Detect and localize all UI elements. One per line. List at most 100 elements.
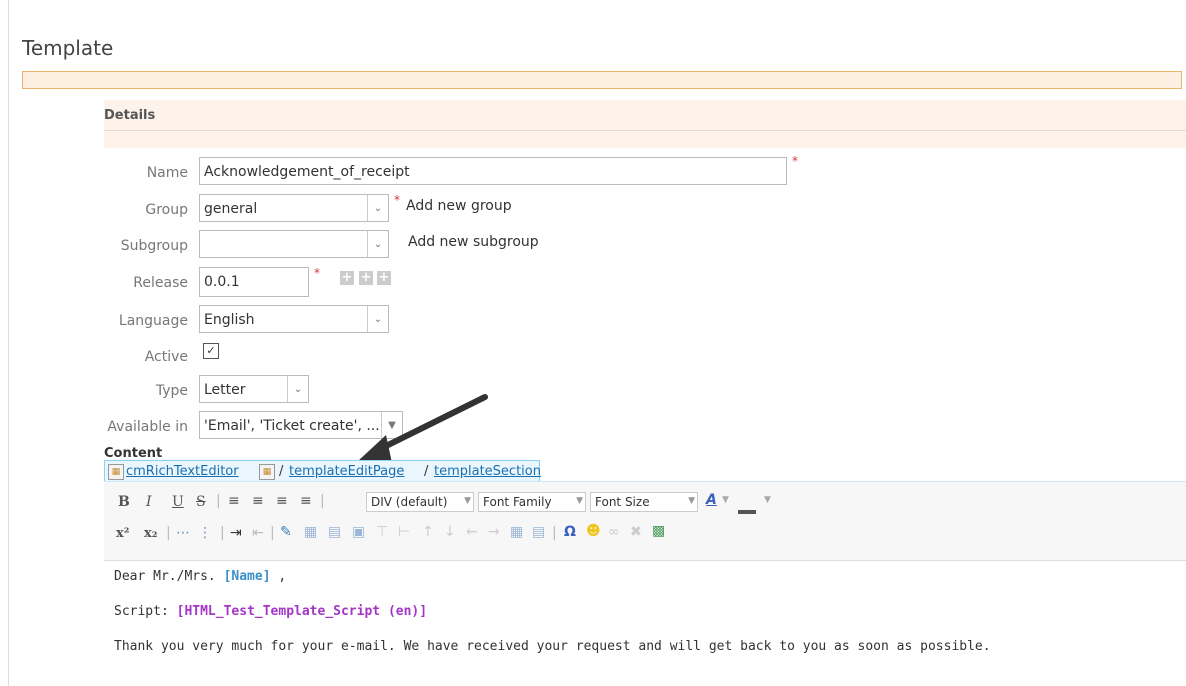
subgroup-select[interactable]: ⌄ xyxy=(199,230,389,258)
chevron-down-icon[interactable]: ⌄ xyxy=(367,306,388,332)
outdent-icon[interactable]: ⇤ xyxy=(252,525,264,541)
release-patch-plus-button[interactable]: + xyxy=(377,271,391,285)
content-label: Content xyxy=(104,446,163,458)
release-major-plus-button[interactable]: + xyxy=(340,271,354,285)
toolbar-separator: | xyxy=(270,525,275,541)
special-character-button[interactable]: Ω xyxy=(564,524,576,540)
breadcrumb-separator: / xyxy=(424,464,429,479)
subscript-button[interactable]: x₂ xyxy=(144,526,157,541)
language-select[interactable]: English ⌄ xyxy=(199,305,389,333)
table-merge-icon[interactable]: ⊢ xyxy=(398,524,410,540)
editor-breadcrumb: ▦ cmRichTextEditor ▦ / templateEditPage … xyxy=(104,460,541,482)
insert-row-below-icon[interactable]: ↓ xyxy=(444,524,456,540)
add-new-subgroup-link[interactable]: Add new subgroup xyxy=(408,234,539,250)
table-insert-icon[interactable]: ▦ xyxy=(304,524,317,540)
group-select[interactable]: general ⌄ xyxy=(199,194,389,222)
unlink-icon[interactable]: ✖ xyxy=(630,524,642,540)
page-title: Template xyxy=(22,36,114,60)
details-section: Details xyxy=(104,100,1186,148)
breadcrumb-separator: / xyxy=(279,464,284,479)
toolbar-separator: | xyxy=(216,493,221,509)
left-border xyxy=(8,0,9,686)
align-right-icon[interactable]: ≡ xyxy=(276,493,288,509)
edit-icon[interactable]: ✎ xyxy=(280,524,292,540)
bullet-list-icon[interactable]: ⋯ xyxy=(176,525,190,541)
type-select-value: Letter xyxy=(204,382,246,398)
details-header: Details xyxy=(104,108,156,123)
script-prefix: Script: xyxy=(114,604,177,619)
name-required-mark: * xyxy=(792,154,798,168)
details-divider xyxy=(104,130,1186,131)
text-color-icon[interactable]: A xyxy=(706,492,717,508)
strikethrough-button[interactable]: S xyxy=(196,494,206,510)
bold-button[interactable]: B xyxy=(118,494,130,510)
greeting-suffix: , xyxy=(270,569,287,584)
release-minor-plus-button[interactable]: + xyxy=(359,271,373,285)
toolbar-separator: | xyxy=(166,525,171,541)
numbered-list-icon[interactable]: ⋮ xyxy=(198,525,212,541)
subgroup-label: Subgroup xyxy=(120,238,188,254)
editor-content[interactable]: Dear Mr./Mrs. [Name] , Script: [HTML_Tes… xyxy=(104,561,1186,686)
content-line-greeting: Dear Mr./Mrs. [Name] , xyxy=(114,569,286,584)
breadcrumb-link-page[interactable]: templateEditPage xyxy=(289,464,404,479)
cell-properties-icon[interactable]: ▤ xyxy=(532,524,545,540)
toolbar-separator: | xyxy=(220,525,225,541)
name-field[interactable]: Acknowledgement_of_receipt xyxy=(199,157,787,185)
type-label: Type xyxy=(155,383,188,399)
background-color-dropdown-icon[interactable]: ▼ xyxy=(764,495,771,505)
underline-button[interactable]: U xyxy=(172,494,184,510)
release-label: Release xyxy=(133,275,188,291)
table-properties-icon[interactable]: ▦ xyxy=(510,524,523,540)
content-line-body: Thank you very much for your e-mail. We … xyxy=(114,639,991,654)
add-new-group-link[interactable]: Add new group xyxy=(406,198,512,214)
chevron-down-icon[interactable]: ⌄ xyxy=(367,231,388,257)
emoticon-icon[interactable]: ☻ xyxy=(586,523,601,539)
dropdown-arrow-icon: ▼ xyxy=(576,496,583,506)
release-required-mark: * xyxy=(314,266,320,280)
dropdown-arrow-icon: ▼ xyxy=(464,496,471,506)
script-placeholder-tag: [HTML_Test_Template_Script (en)] xyxy=(176,604,428,619)
align-left-icon[interactable]: ≡ xyxy=(228,493,240,509)
name-placeholder-tag: [Name] xyxy=(223,569,271,584)
table-split-icon[interactable]: ⊤ xyxy=(376,524,388,540)
font-size-select[interactable]: Font Size ▼ xyxy=(590,492,698,512)
type-select[interactable]: Letter ⌄ xyxy=(199,375,309,403)
breadcrumb-link-editor[interactable]: cmRichTextEditor xyxy=(126,464,239,479)
insert-image-icon[interactable]: ▩ xyxy=(652,523,665,539)
insert-column-left-icon[interactable]: ← xyxy=(466,524,478,540)
group-select-value: general xyxy=(204,201,258,217)
release-field[interactable]: 0.0.1 xyxy=(199,267,309,297)
insert-row-above-icon[interactable]: ↑ xyxy=(422,524,434,540)
breadcrumb-link-section[interactable]: templateSection xyxy=(434,464,541,479)
format-select-value: DIV (default) xyxy=(371,495,448,509)
language-label: Language xyxy=(118,313,188,329)
hierarchy-icon[interactable]: ▦ xyxy=(259,464,275,480)
link-icon[interactable]: ∞ xyxy=(608,524,620,540)
toolbar-separator: | xyxy=(552,525,557,541)
align-justify-icon[interactable]: ≡ xyxy=(300,493,312,509)
content-line-script: Script: [HTML_Test_Template_Script (en)] xyxy=(114,604,427,619)
background-color-icon[interactable] xyxy=(738,510,756,514)
font-family-select[interactable]: Font Family ▼ xyxy=(478,492,586,512)
chevron-down-icon[interactable]: ⌄ xyxy=(367,195,388,221)
available-in-label: Available in xyxy=(107,419,188,435)
chevron-down-icon[interactable]: ⌄ xyxy=(287,376,308,402)
table-row-icon[interactable]: ▤ xyxy=(328,524,341,540)
indent-icon[interactable]: ⇥ xyxy=(230,525,242,541)
language-select-value: English xyxy=(204,312,255,328)
hierarchy-icon[interactable]: ▦ xyxy=(108,464,124,480)
dropdown-arrow-icon: ▼ xyxy=(688,496,695,506)
italic-button[interactable]: I xyxy=(146,494,152,510)
table-cell-icon[interactable]: ▣ xyxy=(352,524,365,540)
align-center-icon[interactable]: ≡ xyxy=(252,493,264,509)
format-select[interactable]: DIV (default) ▼ xyxy=(366,492,474,512)
group-label: Group xyxy=(145,202,188,218)
name-label: Name xyxy=(146,165,188,181)
editor-toolbar: B I U S | ≡ ≡ ≡ ≡ | DIV (default) ▼ Font… xyxy=(104,482,1186,561)
active-checkbox[interactable]: ✓ xyxy=(203,343,219,359)
font-family-select-value: Font Family xyxy=(483,495,552,509)
text-color-dropdown-icon[interactable]: ▼ xyxy=(722,495,729,505)
insert-column-right-icon[interactable]: → xyxy=(488,524,500,540)
superscript-button[interactable]: x² xyxy=(116,526,129,541)
message-bar xyxy=(22,71,1182,89)
